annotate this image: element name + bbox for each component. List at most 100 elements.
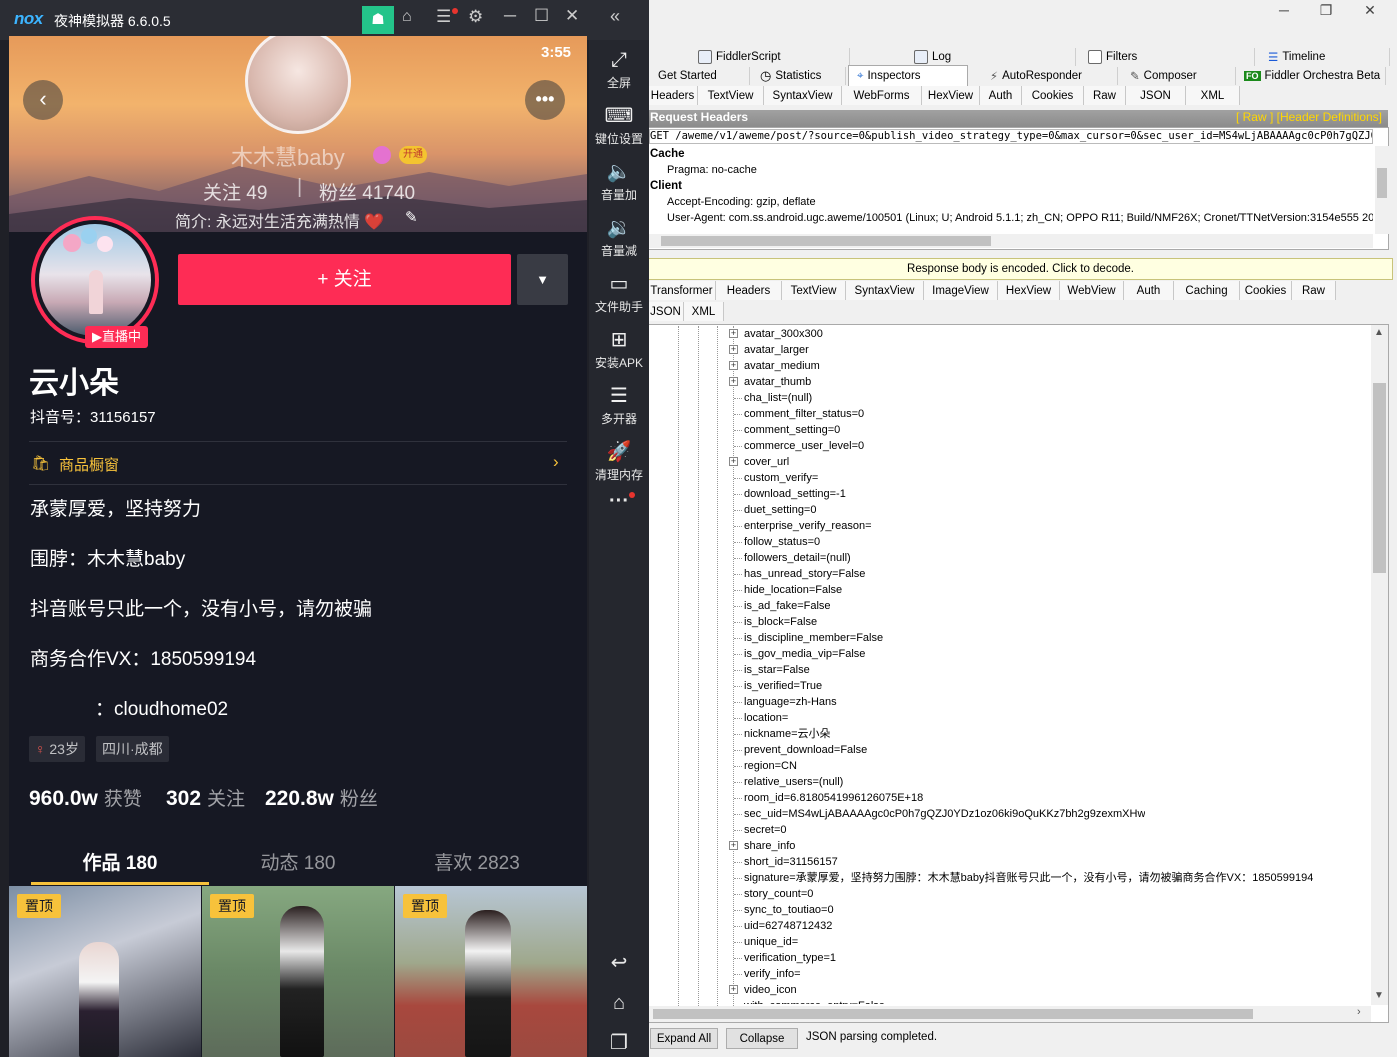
more-tools-icon[interactable]: ··· — [589, 490, 649, 513]
collapse-sidebar-icon[interactable]: « — [610, 6, 620, 27]
android-recent-icon[interactable]: ❐ — [589, 1030, 649, 1055]
json-node[interactable]: comment_setting=0 — [744, 422, 840, 438]
json-node[interactable]: has_unread_story=False — [744, 566, 865, 582]
json-node[interactable]: avatar_300x300 — [744, 326, 823, 342]
request-vscroll[interactable] — [1375, 146, 1389, 234]
stat-item[interactable]: 302 关注 — [166, 784, 245, 811]
json-node[interactable]: custom_verify= — [744, 470, 818, 486]
json-node[interactable]: verify_info= — [744, 966, 801, 982]
request-subtab[interactable]: Cookies — [1022, 86, 1084, 105]
scroll-thumb[interactable] — [661, 236, 991, 246]
json-node[interactable]: duet_setting=0 — [744, 502, 816, 518]
multi-instance-button[interactable]: ☰ 多开器 — [589, 384, 649, 427]
json-node[interactable]: unique_id= — [744, 934, 798, 950]
tab-composer[interactable]: ✎ Composer — [1122, 67, 1236, 85]
stat-item[interactable]: 960.0w 获赞 — [29, 784, 142, 811]
store-icon[interactable]: ☗ — [362, 6, 394, 34]
json-node[interactable]: hide_location=False — [744, 582, 842, 598]
json-node[interactable]: is_verified=True — [744, 678, 822, 694]
tab-statistics[interactable]: ◷ Statistics — [752, 67, 846, 85]
json-node[interactable]: sec_uid=MS4wLjABAAAAgc0cP0h7gQZJ0YDz1oz0… — [744, 806, 1145, 822]
response-subtab[interactable]: Raw — [1292, 281, 1336, 300]
request-subtab[interactable]: JSON — [1126, 86, 1186, 105]
request-hscroll[interactable] — [649, 234, 1373, 248]
json-vscroll[interactable]: ▲ ▼ — [1371, 325, 1388, 1005]
tab-timeline[interactable]: ☰ Timeline — [1260, 48, 1390, 66]
expand-icon[interactable]: + — [729, 329, 738, 338]
json-node[interactable]: download_setting=-1 — [744, 486, 846, 502]
shirt-icon[interactable]: ⌂ — [402, 8, 412, 26]
request-subtab[interactable]: WebForms — [842, 86, 922, 105]
json-node[interactable]: is_star=False — [744, 662, 810, 678]
json-node[interactable]: room_id=6.8180541996126075E+18 — [744, 790, 923, 806]
minimize-icon[interactable]: ─ — [1264, 2, 1304, 22]
json-node[interactable]: sync_to_toutiao=0 — [744, 902, 834, 918]
response-subtab[interactable]: Transformer — [648, 281, 716, 300]
minimize-icon[interactable]: ─ — [504, 6, 516, 26]
follow-button[interactable]: + 关注 — [178, 254, 511, 305]
json-node[interactable]: follow_status=0 — [744, 534, 820, 550]
json-node[interactable]: signature=承蒙厚爱，坚持努力围脖：木木慧baby抖音账号只此一个，没有… — [744, 870, 1313, 886]
avatar-ring[interactable] — [31, 216, 159, 344]
clean-memory-button[interactable]: 🚀 清理内存 — [589, 440, 649, 483]
response-subtab[interactable]: Auth — [1124, 281, 1174, 300]
shop-window-row[interactable]: 🛍 商品橱窗 › — [29, 450, 567, 478]
more-icon[interactable]: ••• — [525, 80, 565, 120]
expand-icon[interactable]: + — [729, 345, 738, 354]
json-node[interactable]: secret=0 — [744, 822, 787, 838]
request-subtab[interactable]: Auth — [980, 86, 1022, 105]
header-links[interactable]: [ Raw ] [Header Definitions] — [1236, 110, 1382, 124]
json-node[interactable]: enterprise_verify_reason= — [744, 518, 872, 534]
json-node[interactable]: nickname=云小朵 — [744, 726, 831, 742]
request-subtab[interactable]: SyntaxView — [764, 86, 842, 105]
tab-get-started[interactable]: Get Started — [650, 67, 750, 85]
volume-up-button[interactable]: 🔈 音量加 — [589, 160, 649, 203]
json-hscroll[interactable]: › — [649, 1006, 1371, 1022]
expand-icon[interactable]: + — [729, 457, 738, 466]
json-node[interactable]: avatar_medium — [744, 358, 820, 374]
scroll-thumb[interactable] — [1373, 383, 1386, 573]
response-subtab[interactable]: Cookies — [1240, 281, 1292, 300]
response-view-tab[interactable]: XML — [684, 302, 724, 321]
json-node[interactable]: is_gov_media_vip=False — [744, 646, 865, 662]
response-subtab[interactable]: WebView — [1060, 281, 1124, 300]
tab-orchestra[interactable]: FO Fiddler Orchestra Beta — [1236, 67, 1386, 85]
expand-icon[interactable]: + — [729, 361, 738, 370]
json-node[interactable]: cha_list=(null) — [744, 390, 812, 406]
install-apk-button[interactable]: ⊞ 安装APK — [589, 328, 649, 371]
json-node[interactable]: with_commerce_entry=False — [744, 998, 885, 1004]
encoded-notice[interactable]: Response body is encoded. Click to decod… — [648, 258, 1393, 280]
json-node[interactable]: commerce_user_level=0 — [744, 438, 864, 454]
json-node[interactable]: avatar_larger — [744, 342, 809, 358]
request-subtab[interactable]: Headers — [648, 86, 698, 105]
back-icon[interactable]: ‹ — [23, 80, 63, 120]
json-node[interactable]: region=CN — [744, 758, 797, 774]
restore-icon[interactable]: ❐ — [1306, 2, 1346, 22]
menu-icon[interactable]: ☰ — [436, 7, 451, 27]
response-subtab[interactable]: SyntaxView — [846, 281, 924, 300]
video-thumb-2[interactable]: 置顶 — [202, 886, 394, 1057]
chevron-down-icon[interactable]: ▼ — [517, 254, 568, 305]
tab-fiddlerscript[interactable]: FiddlerScript — [690, 48, 850, 66]
request-subtab[interactable]: Raw — [1084, 86, 1126, 105]
android-back-icon[interactable]: ↩ — [589, 950, 649, 975]
response-subtab[interactable]: HexView — [998, 281, 1060, 300]
response-view-tab[interactable]: JSON — [648, 302, 684, 321]
request-subtab[interactable]: HexView — [922, 86, 980, 105]
json-node[interactable]: prevent_download=False — [744, 742, 867, 758]
close-icon[interactable]: ✕ — [565, 6, 579, 26]
json-node[interactable]: story_count=0 — [744, 886, 813, 902]
json-node[interactable]: video_icon — [744, 982, 797, 998]
expand-all-button[interactable]: Expand All — [650, 1028, 718, 1049]
json-node[interactable]: is_ad_fake=False — [744, 598, 831, 614]
json-node[interactable]: is_block=False — [744, 614, 817, 630]
android-home-icon[interactable]: ⌂ — [589, 992, 649, 1015]
json-node[interactable]: avatar_thumb — [744, 374, 811, 390]
close-icon[interactable]: ✕ — [1350, 2, 1390, 22]
response-subtab[interactable]: TextView — [782, 281, 846, 300]
profile-tab[interactable]: 喜欢 2823 — [387, 848, 567, 875]
expand-icon[interactable]: + — [729, 377, 738, 386]
tab-filters[interactable]: Filters — [1080, 48, 1255, 66]
keymap-button[interactable]: ⌨ 键位设置 — [589, 104, 649, 147]
json-node[interactable]: language=zh-Hans — [744, 694, 837, 710]
